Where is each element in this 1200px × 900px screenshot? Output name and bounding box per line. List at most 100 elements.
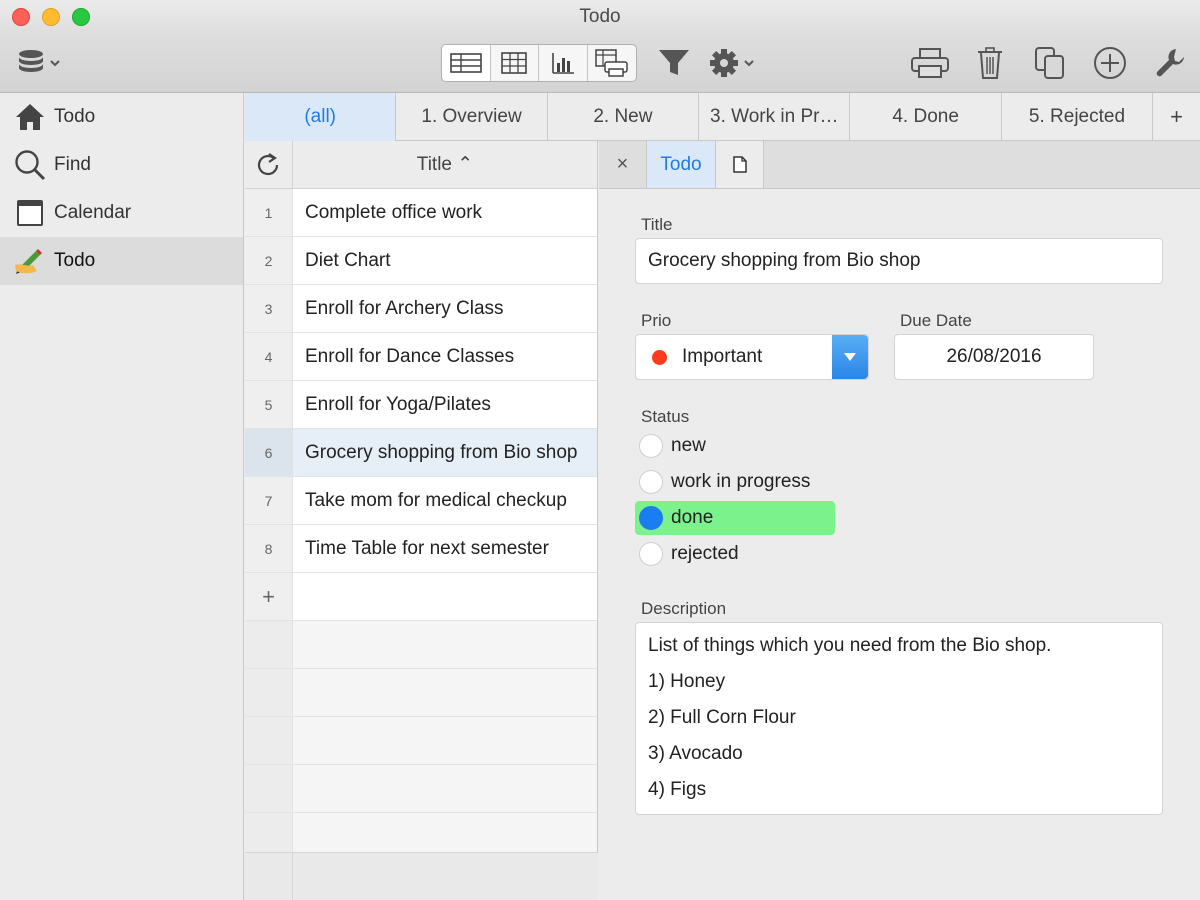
table-view-icon [501,52,528,74]
prio-value: Important [682,346,763,367]
tab-new[interactable]: 2. New [548,93,700,141]
table-row[interactable]: 7 Take mom for medical checkup [245,477,597,525]
empty-row [245,621,597,669]
status-option-label: done [671,507,714,528]
gear-icon [710,49,754,77]
close-window-button[interactable] [12,8,30,26]
tab-all[interactable]: (all) [245,93,397,141]
detail-tab-todo[interactable]: Todo [647,141,716,188]
empty-number-cell [245,765,293,812]
printer-icon [911,48,949,78]
row-number: 6 [245,429,293,476]
sidebar-item-find[interactable]: Find [0,141,243,189]
add-record-button[interactable] [1090,46,1130,80]
title-label: Title [641,215,673,234]
row-title: Take mom for medical checkup [305,489,567,511]
prio-select[interactable]: Important [635,334,869,380]
prio-label: Prio [641,311,672,330]
dropdown-arrow-button[interactable] [832,335,868,379]
settings-menu-button[interactable] [708,46,758,80]
table-row[interactable]: 4 Enroll for Dance Classes [245,333,597,381]
sidebar: Todo Find Calendar Todo [0,93,244,900]
radio-button[interactable] [639,470,663,494]
delete-button[interactable] [974,46,1006,80]
list-header: Title ⌃ [245,141,597,189]
add-tab-button[interactable]: + [1153,93,1200,141]
view-switcher [441,44,637,82]
table-row[interactable]: 3 Enroll for Archery Class [245,285,597,333]
tab-work-in-progress[interactable]: 3. Work in Pr… [699,93,851,141]
status-option-done[interactable]: done [635,501,835,535]
row-number: 8 [245,525,293,572]
table-row[interactable]: 8 Time Table for next semester [245,525,597,573]
chart-view-button[interactable] [539,45,588,81]
radio-button[interactable] [639,542,663,566]
title-column-header[interactable]: Title ⌃ [293,141,597,188]
tab-done[interactable]: 4. Done [850,93,1002,141]
row-title: Enroll for Yoga/Pilates [305,393,491,415]
sidebar-item-calendar[interactable]: Calendar [0,189,243,237]
duplicate-button[interactable] [1032,46,1068,80]
trash-icon [978,47,1002,79]
title-bar: Todo [0,0,1200,34]
description-field[interactable]: List of things which you need from the B… [635,622,1163,815]
table-view-button[interactable] [491,45,539,81]
filter-icon [659,50,689,75]
status-option-new[interactable]: new [635,429,835,463]
zoom-window-button[interactable] [72,8,90,26]
empty-number-cell [245,621,293,668]
sidebar-item-label: Todo [54,250,96,271]
record-list: Title ⌃ 1 Complete office work 2 Diet Char… [245,141,598,900]
description-line: List of things which you need from the B… [648,635,1052,656]
row-number: 2 [245,237,293,284]
empty-number-cell [245,717,293,764]
tab-rejected[interactable]: 5. Rejected [1002,93,1154,141]
print-button[interactable] [910,46,950,80]
due-date-label: Due Date [900,311,972,330]
empty-number-cell [245,813,293,852]
filter-button[interactable] [655,46,693,80]
table-row[interactable]: 5 Enroll for Yoga/Pilates [245,381,597,429]
status-option-label: rejected [671,543,739,564]
status-option-rejected[interactable]: rejected [635,537,835,571]
status-option-label: work in progress [671,471,811,492]
add-row[interactable]: + [245,573,597,621]
refresh-button[interactable] [245,141,293,188]
sidebar-item-todo-home[interactable]: Todo [0,93,243,141]
refresh-icon [257,152,278,175]
add-row-button[interactable]: + [245,573,293,620]
title-field[interactable]: Grocery shopping from Bio shop [635,238,1163,284]
tools-button[interactable] [1152,46,1188,80]
pencil-hand-icon [14,245,46,277]
form-view-icon [449,53,482,73]
table-row[interactable]: 2 Diet Chart [245,237,597,285]
close-detail-button[interactable]: × [599,141,647,188]
print-view-button[interactable] [588,45,637,81]
tab-overview[interactable]: 1. Overview [396,93,548,141]
status-option-work-in-progress[interactable]: work in progress [635,465,835,499]
description-line: 3) Avocado [648,743,743,764]
description-line: 2) Full Corn Flour [648,707,796,728]
footer-number-cell [245,853,293,900]
due-date-field[interactable]: 26/08/2016 [894,334,1094,380]
empty-cell [293,621,597,668]
document-tab-button[interactable] [716,141,764,188]
duplicate-icon [1035,47,1064,79]
radio-button-selected[interactable] [639,506,663,530]
sidebar-item-label: Find [54,154,91,175]
sidebar-item-todo[interactable]: Todo [0,237,243,285]
empty-cell [293,573,597,620]
database-menu-button[interactable] [16,46,64,80]
table-row-selected[interactable]: 6 Grocery shopping from Bio shop [245,429,597,477]
row-title: Enroll for Dance Classes [305,345,515,367]
form-view-button[interactable] [442,45,491,81]
minimize-window-button[interactable] [42,8,60,26]
empty-row [245,669,597,717]
document-icon [732,156,747,173]
empty-cell [293,813,597,852]
table-row[interactable]: 1 Complete office work [245,189,597,237]
detail-tabs: × Todo [599,141,1200,189]
sidebar-item-label: Calendar [54,202,132,223]
radio-button[interactable] [639,434,663,458]
status-option-label: new [671,435,706,456]
